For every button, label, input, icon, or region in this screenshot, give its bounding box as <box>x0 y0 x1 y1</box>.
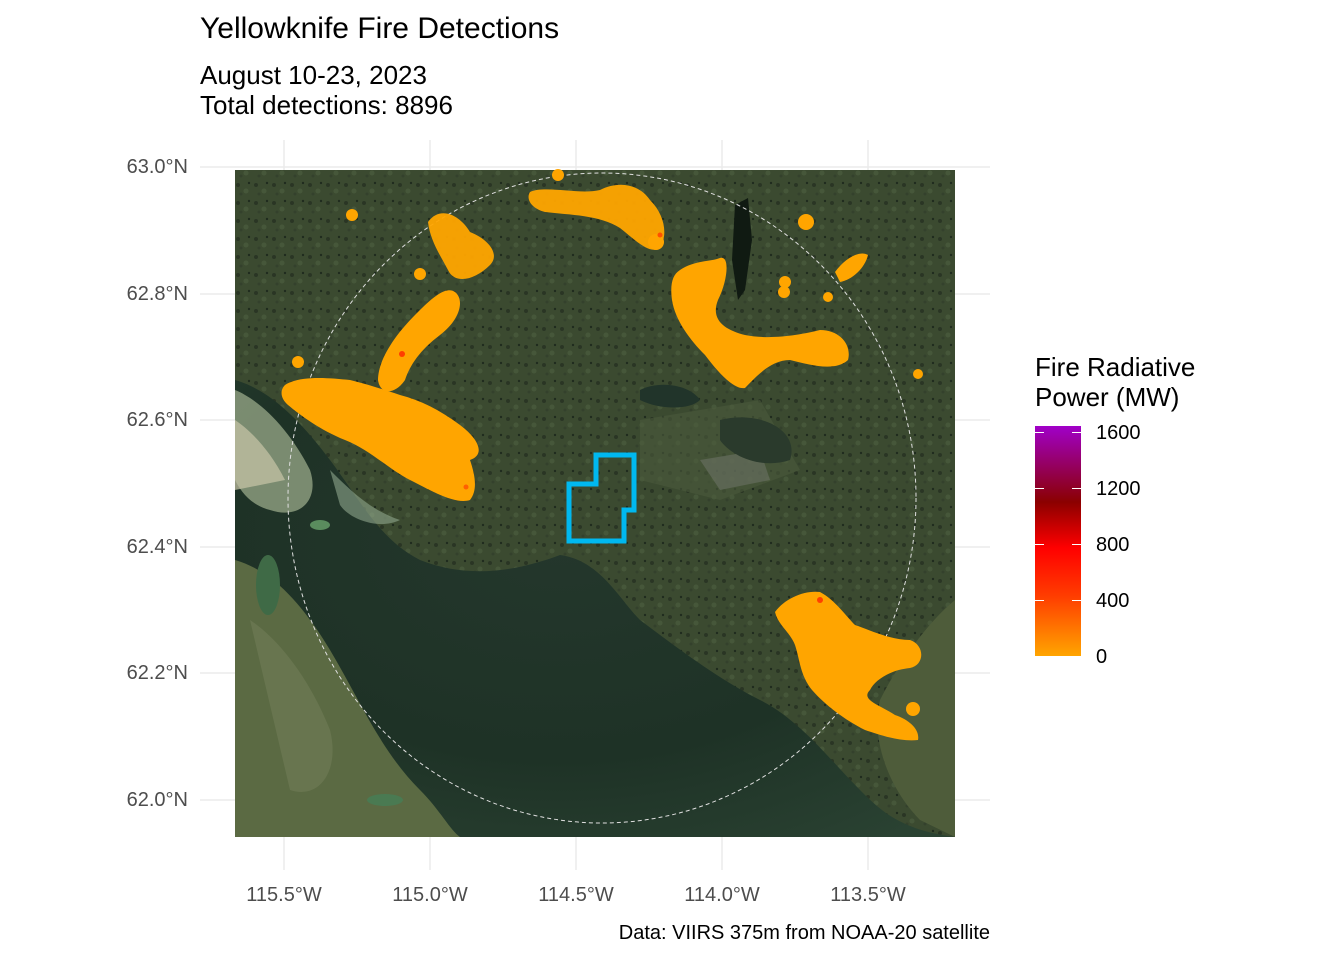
legend-tick-mark <box>1072 432 1081 433</box>
lon-tick-114-0: 114.0°W <box>684 884 760 906</box>
lat-tick-62-6: 62.6°N <box>126 409 188 431</box>
lat-tick-62-2: 62.2°N <box>126 662 188 684</box>
lat-tick-63-0: 63.0°N <box>126 156 188 178</box>
legend-tick-800: 800 <box>1096 534 1130 556</box>
legend-tick-1200: 1200 <box>1096 478 1141 500</box>
map-panel <box>200 140 990 870</box>
legend-tick-mark <box>1035 544 1044 545</box>
legend-tick-mark <box>1035 600 1044 601</box>
legend-tick-mark <box>1035 488 1044 489</box>
legend-colorbar <box>1035 426 1081 656</box>
legend-tick-1600: 1600 <box>1096 422 1141 444</box>
lat-tick-62-8: 62.8°N <box>126 283 188 305</box>
lat-tick-62-4: 62.4°N <box>126 536 188 558</box>
legend-title: Fire Radiative Power (MW) <box>1035 352 1195 412</box>
lon-tick-114-5: 114.5°W <box>538 884 614 906</box>
legend-title-line-1: Fire Radiative <box>1035 352 1196 382</box>
lat-tick-62-0: 62.0°N <box>126 789 188 811</box>
lon-tick-115-0: 115.0°W <box>392 884 468 906</box>
legend-tick-400: 400 <box>1096 590 1130 612</box>
legend-tick-mark <box>1072 488 1081 489</box>
legend-tick-mark <box>1072 600 1081 601</box>
legend-tick-mark <box>1072 544 1081 545</box>
data-caption: Data: VIIRS 375m from NOAA-20 satellite <box>618 922 990 944</box>
legend-tick-mark <box>1035 432 1044 433</box>
legend-title-line-2: Power (MW) <box>1035 382 1180 412</box>
lon-tick-115-5: 115.5°W <box>246 884 322 906</box>
legend-tick-0: 0 <box>1096 646 1108 668</box>
lon-tick-113-5: 113.5°W <box>830 884 906 906</box>
